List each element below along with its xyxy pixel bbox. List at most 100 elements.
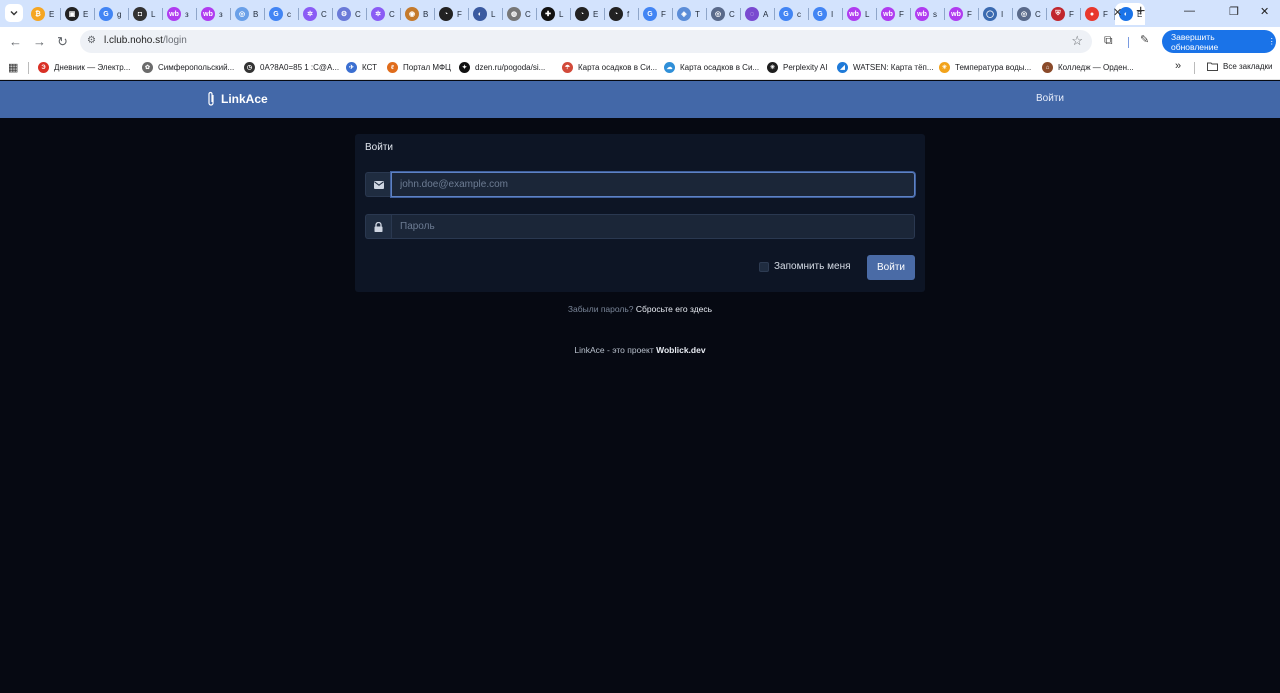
bookmark-item[interactable]: ℓ Портал МФЦ (387, 62, 451, 73)
browser-tab[interactable]: ◎ C (1013, 3, 1047, 25)
bookmark-item[interactable]: ◢ WATSEN: Карта тёп... (837, 62, 934, 73)
browser-tab[interactable]: ✲ C (367, 3, 401, 25)
back-icon[interactable]: ← (9, 34, 22, 49)
extensions-icon[interactable]: ⧉ (1104, 33, 1113, 48)
bookmark-item[interactable]: ☂ Карта осадков в Си... (562, 62, 657, 73)
bookmark-favicon-icon: ✿ (142, 62, 153, 73)
brand-name: LinkAce (221, 92, 268, 106)
reset-password-link[interactable]: Сбросьте его здесь (636, 304, 712, 314)
url-text[interactable]: l.club.noho.st/login (104, 35, 187, 46)
browser-tab[interactable]: ⛨ F (1047, 3, 1081, 25)
tab-close-icon[interactable]: ✕ (1113, 6, 1122, 19)
browser-tab[interactable]: ◉ B (401, 3, 435, 25)
close-window-icon[interactable]: ✕ (1260, 5, 1269, 18)
bookmark-item[interactable]: ✿ Симферопольский... (142, 62, 234, 73)
tab-favicon-icon: ◔ (609, 7, 623, 21)
bookmark-item[interactable]: ☁ Карта осадков в Си... (664, 62, 759, 73)
browser-tab[interactable]: wb F (877, 3, 911, 25)
bookmark-favicon-icon: ◷ (244, 62, 255, 73)
tab-favicon-icon: G (99, 7, 113, 21)
more-menu-icon[interactable]: ⋮ (1268, 36, 1277, 47)
browser-tab[interactable]: ₿ E (27, 3, 61, 25)
bookmark-label: Температура воды... (955, 63, 1032, 72)
browser-tab[interactable]: ◈ T (673, 3, 707, 25)
browser-tab[interactable]: ◍ C (503, 3, 537, 25)
browser-tab[interactable]: ◎ C (707, 3, 741, 25)
bookmarks-divider (1194, 62, 1195, 74)
bookmarks-bar: ▦ Э Дневник — Электр... ✿ Симферопольский..… (0, 56, 1280, 80)
browser-tab[interactable]: Gc (265, 3, 299, 25)
tab-title: B (423, 9, 429, 19)
forward-icon[interactable]: → (33, 34, 46, 49)
browser-tab[interactable]: wb F (945, 3, 979, 25)
tab-favicon-icon: ◐ (473, 7, 487, 21)
tab-favicon-icon: ◘ (133, 7, 147, 21)
update-button[interactable]: Завершить обновление ⋮ (1162, 30, 1276, 53)
bookmark-favicon-icon: Э (38, 62, 49, 73)
extension-icon[interactable]: ✎ (1140, 33, 1149, 46)
email-group (365, 172, 915, 197)
bookmark-item[interactable]: ✈ КСТ (346, 62, 377, 73)
bookmark-item[interactable]: ✦ dzen.ru/pogoda/si... (459, 62, 545, 73)
bookmark-label: Дневник — Электр... (54, 63, 131, 72)
browser-tab[interactable]: Gg (95, 3, 129, 25)
bookmark-item[interactable]: Э Дневник — Электр... (38, 62, 130, 73)
tab-favicon-icon: ✲ (371, 7, 385, 21)
reload-icon[interactable]: ↻ (57, 34, 68, 50)
tab-search-button[interactable] (5, 4, 23, 22)
browser-tab[interactable]: ◘ L (129, 3, 163, 25)
all-bookmarks-button[interactable]: Все закладки (1207, 62, 1272, 71)
tab-favicon-icon: ₿ (31, 7, 45, 21)
browser-tab[interactable]: ✚ L (537, 3, 571, 25)
browser-tab[interactable]: GF (639, 3, 673, 25)
browser-tab[interactable]: ⚙ C (333, 3, 367, 25)
browser-tab[interactable]: Gc (775, 3, 809, 25)
browser-tab[interactable]: ◔ F (435, 3, 469, 25)
nav-login-link[interactable]: Войти (1036, 93, 1064, 104)
footer-link[interactable]: Woblick.dev (656, 345, 705, 355)
tab-title: F (661, 9, 666, 19)
tab-title: з (219, 9, 223, 19)
new-tab-button[interactable]: + (1136, 3, 1145, 21)
bookmark-item[interactable]: ✳ Perplexity AI (767, 62, 827, 73)
tab-title: B (253, 9, 259, 19)
site-info-icon[interactable]: ⚙ (87, 35, 96, 46)
bookmark-item[interactable]: ⌂ Колледж — Орден... (1042, 62, 1134, 73)
bookmark-star-icon[interactable]: ☆ (1071, 33, 1083, 49)
bookmark-item[interactable]: ☀ Температура воды... (939, 62, 1031, 73)
browser-tab[interactable]: ● F (1081, 3, 1115, 25)
browser-tab[interactable]: ◐ L (469, 3, 503, 25)
browser-tab[interactable]: ▣ E (61, 3, 95, 25)
url-host: l.club.noho.st (104, 35, 163, 46)
remember-checkbox[interactable] (759, 261, 769, 272)
login-button[interactable]: Войти (867, 255, 915, 280)
tab-title: A (763, 9, 769, 19)
apps-grid-icon[interactable]: ▦ (8, 61, 18, 74)
email-field[interactable] (391, 172, 915, 197)
password-field[interactable] (391, 214, 915, 239)
tab-title: L (491, 9, 496, 19)
tab-favicon-icon: ◍ (507, 7, 521, 21)
browser-tab[interactable]: GI (809, 3, 843, 25)
bookmark-favicon-icon: ☀ (939, 62, 950, 73)
browser-tab[interactable]: wb s (911, 3, 945, 25)
tab-list: ₿ E ▣ E Gg ◘ Lwb з wb з ◎ B Gc ✲ C ⚙ C ✲ C ◉ B ◔ F ◐ L ◍ C ✚ L ◔ E ◔ f G F… (27, 3, 1145, 25)
address-bar[interactable]: ⚙ l.club.noho.st/login ☆ (80, 30, 1092, 53)
browser-tab[interactable]: ◔ E (571, 3, 605, 25)
tab-favicon-icon: G (813, 7, 827, 21)
browser-tab[interactable]: ◔ f (605, 3, 639, 25)
browser-tab[interactable]: wb з (197, 3, 231, 25)
browser-tab[interactable]: ◯ I (979, 3, 1013, 25)
restore-icon[interactable]: ❐ (1229, 5, 1239, 18)
remember-me[interactable]: Запомнить меня (759, 261, 851, 272)
bookmarks-overflow-button[interactable]: » (1175, 60, 1181, 72)
brand-link[interactable]: LinkAce (207, 91, 268, 107)
browser-tab[interactable]: wb з (163, 3, 197, 25)
browser-tab[interactable]: wb L (843, 3, 877, 25)
browser-tab[interactable]: ✲ C (299, 3, 333, 25)
bookmark-item[interactable]: ◷ 0A?8A0=85 1 :C@A... (244, 62, 339, 73)
minimize-icon[interactable]: — (1184, 5, 1195, 17)
browser-tab[interactable]: ◌ A (741, 3, 775, 25)
browser-tab[interactable]: ◎ B (231, 3, 265, 25)
tab-title: C (355, 9, 361, 19)
